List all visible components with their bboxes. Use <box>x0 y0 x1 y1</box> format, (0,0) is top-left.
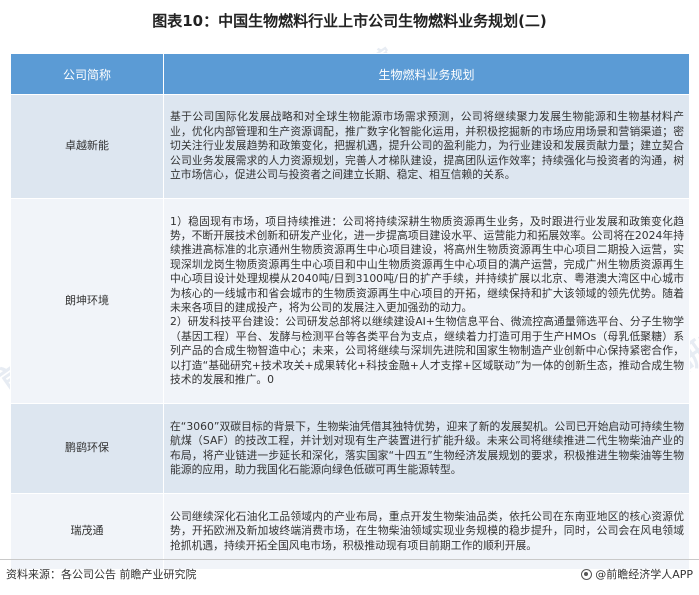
table-header-row: 公司简称 生物燃料业务规划 <box>10 53 690 95</box>
page-title: 图表10：中国生物燃料行业上市公司生物燃料业务规划(二) <box>152 12 547 30</box>
company-name: 鹏鹞环保 <box>10 403 164 494</box>
brand-text: @前瞻经济学人APP <box>595 568 693 581</box>
brand-logo-icon <box>581 568 593 580</box>
footer-divider <box>0 559 699 560</box>
column-header-plan: 生物燃料业务规划 <box>163 53 690 95</box>
plan-text: 1）稳固现有市场，项目持续推进：公司将持续深耕生物质资源再生业务，及时跟进行业发… <box>163 198 690 404</box>
column-header-company: 公司简称 <box>10 53 164 95</box>
company-name: 朗坤环境 <box>10 198 164 404</box>
table-row: 鹏鹞环保 在“3060”双碳目标的背景下，生物柴油凭借其独特优势，迎来了新的发展… <box>10 403 690 494</box>
table-row: 朗坤环境 1）稳固现有市场，项目持续推进：公司将持续深耕生物质资源再生业务，及时… <box>10 198 690 404</box>
company-name: 卓越新能 <box>10 94 164 199</box>
business-plan-table: 公司简称 生物燃料业务规划 卓越新能 基于公司国际化发展战略和对全球生物能源市场… <box>10 53 690 570</box>
source-note: 资料来源：各公司公告 前瞻产业研究院 <box>6 568 197 581</box>
plan-text: 在“3060”双碳目标的背景下，生物柴油凭借其独特优势，迎来了新的发展契机。公司… <box>163 403 690 494</box>
table-row: 卓越新能 基于公司国际化发展战略和对全球生物能源市场需求预测，公司将继续聚力发展… <box>10 94 690 199</box>
brand-credit: @前瞻经济学人APP <box>581 566 693 582</box>
plan-text: 基于公司国际化发展战略和对全球生物能源市场需求预测，公司将继续聚力发展生物能源和… <box>163 94 690 199</box>
